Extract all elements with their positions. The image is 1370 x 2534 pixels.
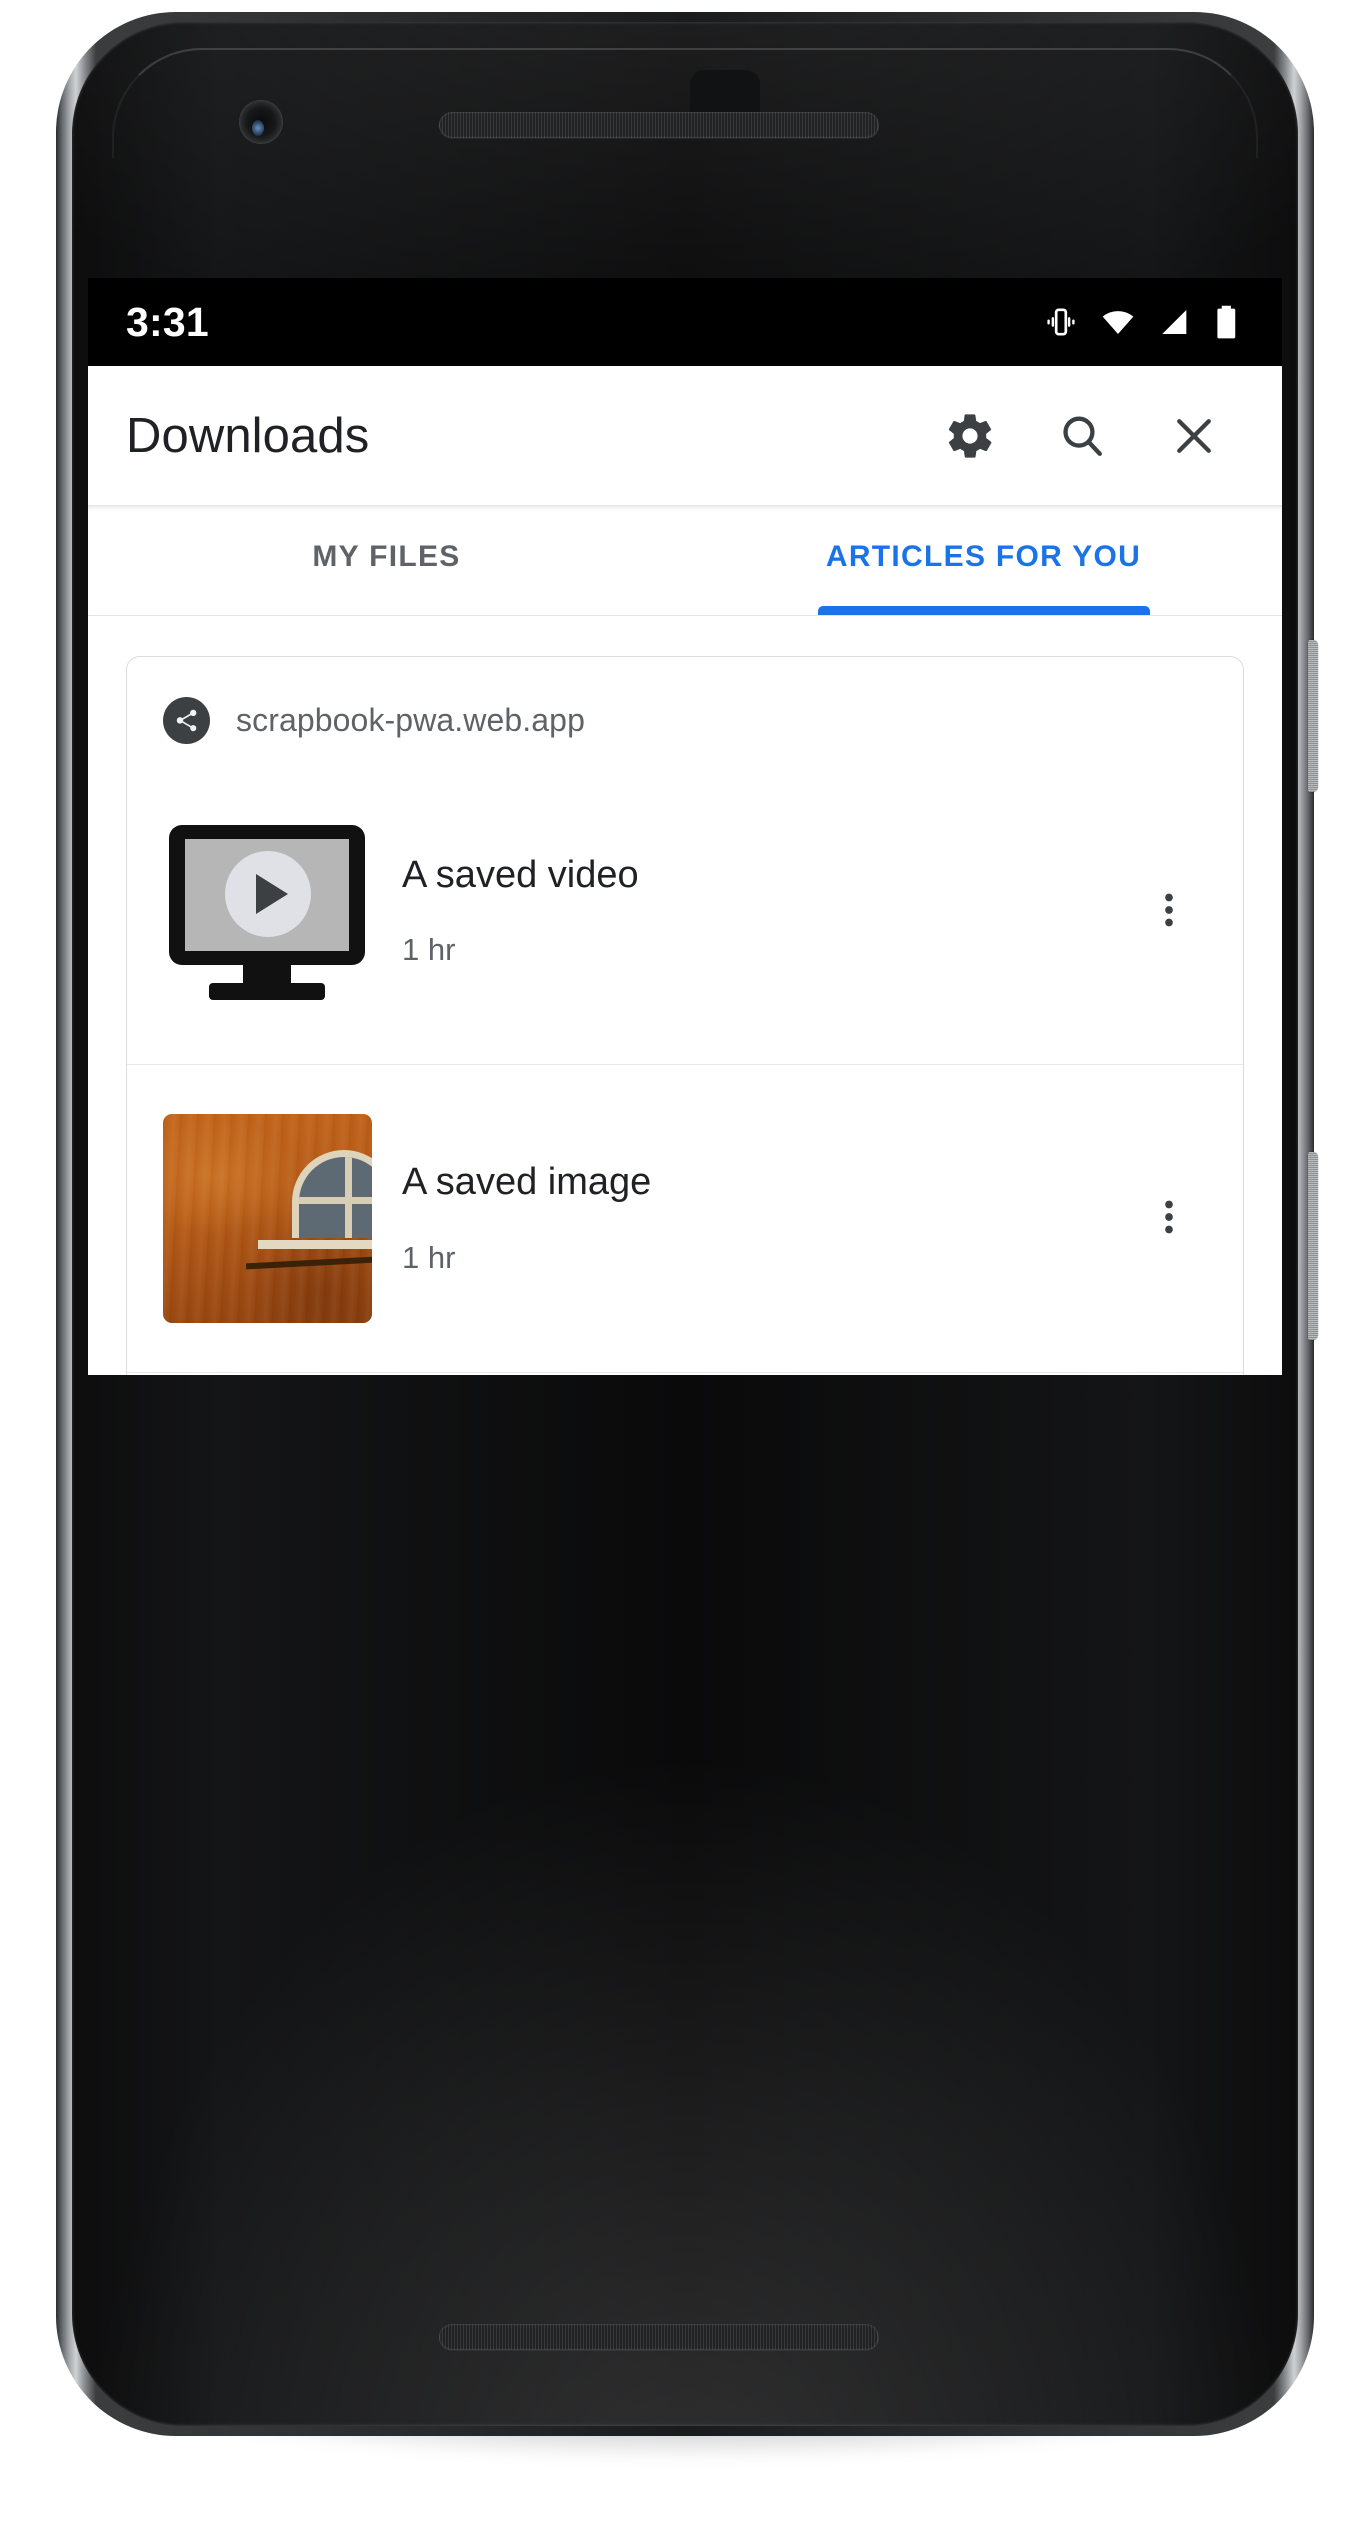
list-item[interactable]: A saved video 1 hr: [127, 774, 1243, 1064]
list-item-text: A saved image 1 hr: [402, 1161, 1093, 1276]
more-options-button[interactable]: [1123, 1173, 1215, 1265]
more-vert-icon: [1147, 888, 1191, 935]
vibrate-icon: [1044, 305, 1078, 339]
close-icon: [1168, 410, 1220, 462]
card-origin-header[interactable]: scrapbook-pwa.web.app: [127, 657, 1243, 774]
status-bar: 3:31: [88, 278, 1282, 366]
list-item-subtitle: 1 hr: [402, 932, 456, 968]
device-stage: 3:31 Downloads MY FILES ARTICLES FOR YOU…: [0, 0, 1370, 2534]
list-item[interactable]: A saved image 1 hr: [127, 1372, 1243, 1375]
status-icon-group: [1044, 304, 1240, 340]
app-screen: Downloads MY FILES ARTICLES FOR YOU scra…: [88, 366, 1282, 1375]
origin-label: scrapbook-pwa.web.app: [236, 702, 585, 738]
share-icon: [163, 697, 210, 744]
cellular-signal-icon: [1158, 305, 1192, 339]
wifi-icon: [1100, 305, 1136, 339]
battery-icon: [1214, 304, 1240, 340]
tab-articles-for-you[interactable]: ARTICLES FOR YOU: [685, 506, 1282, 615]
glass-highlight: [112, 48, 1258, 158]
tab-indicator: [817, 606, 1150, 615]
bottom-speaker: [439, 2324, 879, 2350]
list-item-text: A saved video 1 hr: [402, 854, 1093, 969]
status-clock: 3:31: [126, 298, 209, 345]
tab-my-files[interactable]: MY FILES: [88, 506, 685, 615]
search-button[interactable]: [1028, 382, 1136, 490]
volume-button[interactable]: [1308, 1152, 1318, 1340]
settings-button[interactable]: [916, 382, 1024, 490]
search-icon: [1056, 410, 1108, 462]
gear-icon: [944, 410, 996, 462]
page-title: Downloads: [126, 408, 370, 463]
list-item-title: A saved video: [402, 853, 639, 896]
list-item-subtitle: 1 hr: [402, 1239, 456, 1275]
front-camera-icon: [239, 100, 283, 144]
articles-card: scrapbook-pwa.web.app A saved video 1 hr…: [126, 656, 1244, 1375]
tab-bar: MY FILES ARTICLES FOR YOU: [88, 506, 1282, 616]
list-item[interactable]: A saved image 1 hr: [127, 1064, 1243, 1372]
tv-play-icon: [163, 806, 372, 1016]
more-vert-icon: [1147, 1195, 1191, 1242]
tab-my-files-label: MY FILES: [312, 539, 461, 573]
earpiece-speaker: [439, 112, 879, 138]
more-options-button[interactable]: [1123, 865, 1215, 957]
downloads-content[interactable]: scrapbook-pwa.web.app A saved video 1 hr…: [88, 616, 1282, 1375]
power-button[interactable]: [1308, 640, 1318, 792]
list-item-title: A saved image: [402, 1161, 652, 1204]
thumbnail-terracotta-wall[interactable]: [163, 1114, 372, 1323]
tab-articles-for-you-label: ARTICLES FOR YOU: [825, 539, 1142, 573]
close-button[interactable]: [1140, 382, 1248, 490]
toolbar-actions: [916, 382, 1248, 490]
app-toolbar: Downloads: [88, 366, 1282, 506]
